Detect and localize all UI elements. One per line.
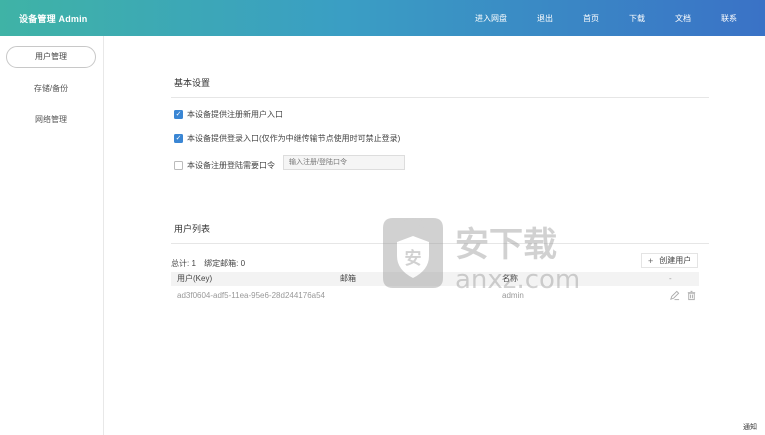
watermark-brand-text: 安下载 (455, 225, 557, 265)
nav-logout[interactable]: 退出 (527, 13, 563, 24)
basic-settings-title: 基本设置 (174, 78, 211, 88)
plus-icon: + (648, 255, 654, 266)
sidebar-item-storage-backup[interactable]: 存储/备份 (6, 78, 96, 100)
option-allow-register[interactable]: ✓ 本设备提供注册新用户入口 (174, 108, 283, 120)
watermark-domain-text: anxz.com (455, 265, 580, 294)
column-header-ops: - (669, 274, 672, 283)
create-user-button[interactable]: + 创建用户 (641, 253, 699, 268)
watermark-logo: 安 安下载 anxz.com (383, 218, 580, 294)
section-divider (171, 97, 709, 98)
register-code-input[interactable] (283, 155, 405, 170)
app-title: 设备管理 Admin (19, 14, 88, 24)
checkbox-allow-login[interactable]: ✓ (174, 133, 183, 143)
column-header-key: 用户(Key) (177, 274, 213, 283)
sidebar-item-user-management[interactable]: 用户管理 (6, 46, 96, 68)
nav-docs[interactable]: 文档 (665, 13, 701, 24)
main-content: 基本设置 ✓ 本设备提供注册新用户入口 ✓ 本设备提供登录入口(仅作为中继传输节… (105, 36, 765, 435)
user-key-cell: ad3f0604-adf5-11ea-95e6-28d244176a54 (177, 291, 325, 300)
nav-enter-drive[interactable]: 进入网盘 (465, 13, 517, 24)
checkbox-allow-register[interactable]: ✓ (174, 109, 183, 119)
top-nav: 进入网盘 退出 首页 下载 文档 联系 (465, 0, 765, 36)
checkbox-require-code[interactable] (174, 160, 183, 170)
option-allow-login[interactable]: ✓ 本设备提供登录入口(仅作为中继传输节点使用时可禁止登录) (174, 132, 400, 144)
delete-icon[interactable] (686, 290, 697, 301)
create-user-label: 创建用户 (659, 256, 692, 265)
sidebar-item-network-management[interactable]: 网络管理 (6, 109, 96, 131)
notice-link[interactable]: 通知 (743, 422, 757, 432)
nav-home[interactable]: 首页 (573, 13, 609, 24)
sidebar: 用户管理 存储/备份 网络管理 (0, 36, 104, 435)
edit-icon[interactable] (669, 290, 680, 301)
option-label: 本设备提供注册新用户入口 (187, 109, 283, 119)
option-label: 本设备提供登录入口(仅作为中继传输节点使用时可禁止登录) (187, 133, 401, 143)
bound-email-count: 绑定邮箱: 0 (204, 259, 246, 268)
option-label: 本设备注册登陆需要口令 (187, 160, 275, 170)
column-header-email: 邮箱 (340, 274, 356, 283)
watermark-shield-glyph: 安 (405, 248, 422, 269)
option-require-code[interactable]: 本设备注册登陆需要口令 (174, 159, 275, 171)
top-bar: 设备管理 Admin 进入网盘 退出 首页 下载 文档 联系 (0, 0, 765, 36)
user-list-title: 用户列表 (174, 224, 211, 234)
nav-contact[interactable]: 联系 (711, 13, 747, 24)
total-count: 总计: 1 (171, 259, 196, 268)
user-stats: 总计: 1 绑定邮箱: 0 (171, 258, 251, 269)
nav-download[interactable]: 下载 (619, 13, 655, 24)
row-actions (669, 290, 697, 301)
